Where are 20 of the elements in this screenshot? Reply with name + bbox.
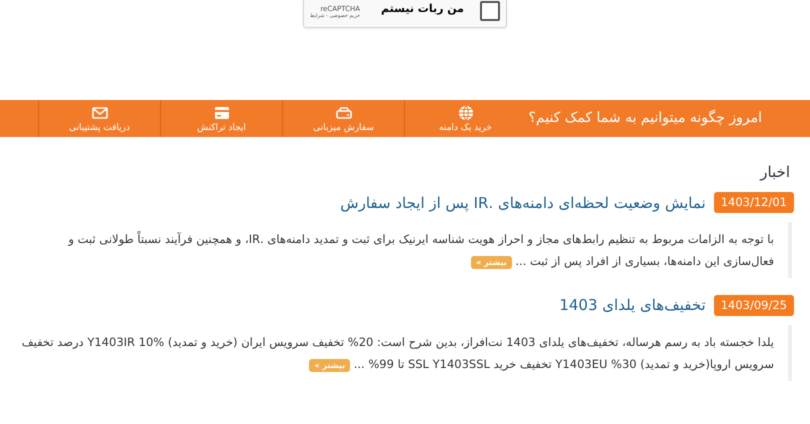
news-summary: یلدا خجسته باد به رسم هرساله، تخفیف‌های یلدای 1403 نت‌افراز، بدین شرح است: 20% تخفیف سرویس ایران (خرید و تمدید) Y1403IR 10% درصد تخفیف سرویس اروپا(خرید و تمدید) 30% Y1403EU تخفیف خرید SSL Y1403SSL تا 99% ... بیشتر » <box>16 324 792 380</box>
news-title[interactable]: نمایش وضعیت لحظه‌ای دامنه‌های .IR پس از ایجاد سفارش <box>340 192 706 214</box>
news-date: 1403/12/01 <box>714 192 794 214</box>
action-link[interactable]: سفارش میزبانی <box>282 100 404 137</box>
more-link[interactable]: بیشتر » <box>309 358 350 372</box>
captcha-label: من ربات نیستم <box>381 1 464 18</box>
envelope-icon <box>92 104 108 120</box>
section-heading: اخبار <box>758 162 791 183</box>
credit-card-icon <box>214 104 230 120</box>
globe-icon <box>458 104 474 120</box>
news-summary: با توجه به الزامات مربوط به تنظیم رابط‌های مجاز و احراز هویت شناسه ایرنیک برای ثبت و تمدید دامنه‌های .IR، و همچنین فرآیند نسبتاً طولانی ثبت و فعال‌سازی این دامنه‌ها، بسیاری از افراد پس از ثبت ... بیشتر » <box>16 222 792 278</box>
more-link[interactable]: بیشتر » <box>471 256 512 269</box>
server-icon <box>336 104 352 120</box>
action-link[interactable]: خرید یک دامنه <box>404 100 526 137</box>
action-link[interactable]: ایجاد تراکنش <box>160 100 282 137</box>
checkbox[interactable] <box>480 0 500 20</box>
help-question: امروز چگونه میتوانیم به شما کمک کنیم؟ <box>527 108 763 128</box>
action-link[interactable]: دریافت پشتیبانی <box>38 100 160 137</box>
news-title[interactable]: تخفیف‌های یلدای 1403 <box>559 294 706 316</box>
news-date: 1403/09/25 <box>714 294 794 316</box>
